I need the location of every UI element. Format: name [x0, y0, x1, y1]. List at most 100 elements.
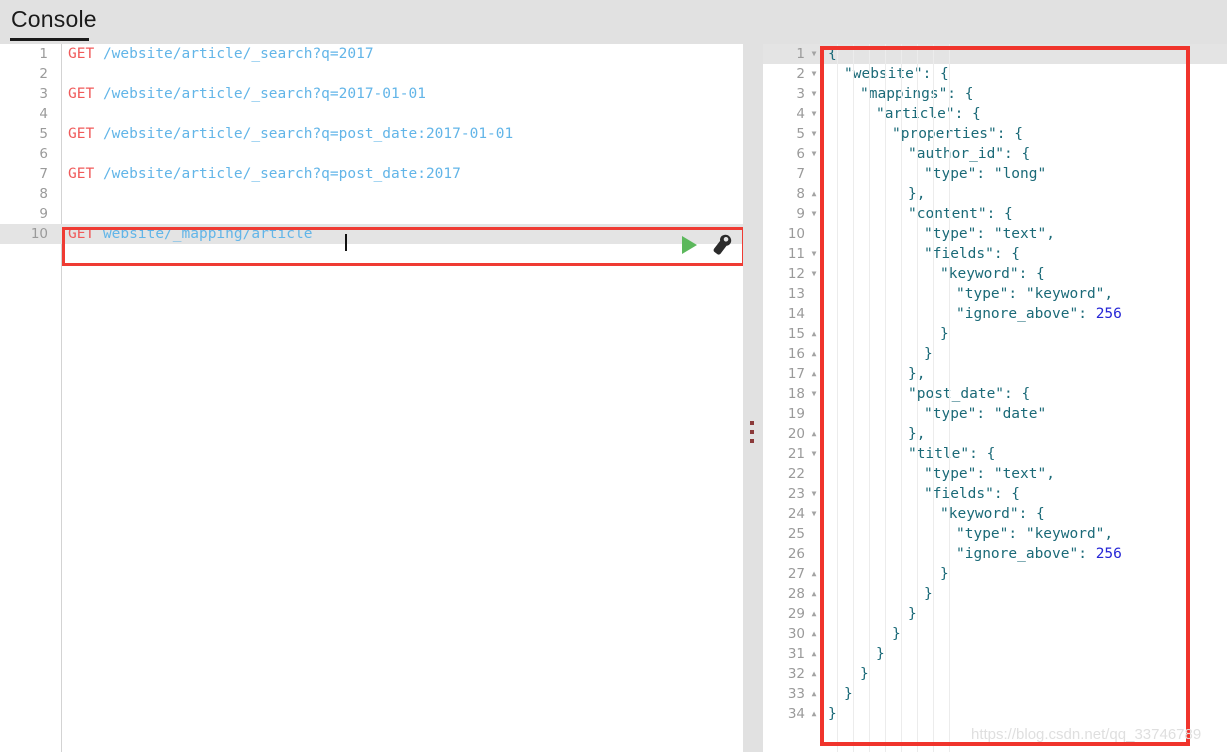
response-line[interactable]: 17 ▲}, [763, 364, 1227, 384]
fold-down-icon[interactable]: ▼ [809, 124, 819, 144]
response-viewer-pane[interactable]: 1 ▼{2 ▼ "website": {3 ▼ "mappings": {4 ▼ "artic… [763, 44, 1227, 752]
request-line[interactable]: 8 [0, 184, 743, 204]
play-icon[interactable] [682, 236, 697, 254]
http-method: GET [68, 46, 95, 62]
request-line-text: GET /website/article/_search?q=post_date… [68, 164, 461, 184]
response-line[interactable]: 12 ▼ "keyword": { [763, 264, 1227, 284]
response-line[interactable]: 10 "type": "text", [763, 224, 1227, 244]
response-line[interactable]: 23 ▼ "fields": { [763, 484, 1227, 504]
request-line[interactable]: 10 GET website/_mapping/article [0, 224, 743, 244]
line-number: 16 [787, 346, 805, 362]
fold-down-icon[interactable]: ▼ [809, 504, 819, 524]
fold-down-icon[interactable]: ▼ [809, 84, 819, 104]
request-line[interactable]: 9 [0, 204, 743, 224]
fold-down-icon[interactable]: ▼ [809, 264, 819, 284]
fold-down-icon[interactable]: ▼ [809, 384, 819, 404]
response-line-text: } [940, 326, 949, 342]
fold-up-icon[interactable]: ▲ [809, 564, 819, 584]
response-line-text: } [892, 626, 901, 642]
fold-up-icon[interactable]: ▲ [809, 324, 819, 344]
line-number: 6 [39, 146, 48, 162]
fold-up-icon[interactable]: ▲ [809, 584, 819, 604]
response-line[interactable]: 15 ▲} [763, 324, 1227, 344]
fold-up-icon[interactable]: ▲ [809, 624, 819, 644]
response-line[interactable]: 34 ▲} [763, 704, 1227, 724]
fold-up-icon[interactable]: ▲ [809, 424, 819, 444]
request-line[interactable]: 1 GET /website/article/_search?q=2017 [0, 44, 743, 64]
response-viewer-lines[interactable]: 1 ▼{2 ▼ "website": {3 ▼ "mappings": {4 ▼ "artic… [763, 44, 1227, 752]
response-line[interactable]: 33 ▲} [763, 684, 1227, 704]
line-number: 18 [787, 386, 805, 402]
response-line[interactable]: 27 ▲} [763, 564, 1227, 584]
request-line[interactable]: 2 [0, 64, 743, 84]
fold-up-icon[interactable]: ▲ [809, 684, 819, 704]
request-line[interactable]: 6 [0, 144, 743, 164]
request-line[interactable]: 7 GET /website/article/_search?q=post_dat… [0, 164, 743, 184]
response-line[interactable]: 4 ▼ "article": { [763, 104, 1227, 124]
response-line[interactable]: 16 ▲} [763, 344, 1227, 364]
fold-up-icon[interactable]: ▲ [809, 664, 819, 684]
request-editor-pane[interactable]: 1 GET /website/article/_search?q=2017 2 3 GE… [0, 44, 745, 752]
response-line[interactable]: 14 "ignore_above": 256 [763, 304, 1227, 324]
line-number: 27 [787, 566, 805, 582]
line-number: 2 [796, 66, 805, 82]
fold-up-icon[interactable]: ▲ [809, 644, 819, 664]
response-line[interactable]: 22 "type": "text", [763, 464, 1227, 484]
response-line[interactable]: 7 "type": "long" [763, 164, 1227, 184]
fold-up-icon[interactable]: ▲ [809, 704, 819, 724]
fold-down-icon[interactable]: ▼ [809, 144, 819, 164]
wrench-icon[interactable] [710, 233, 734, 257]
response-line[interactable]: 19 "type": "date" [763, 404, 1227, 424]
app-header: Console [0, 0, 1227, 44]
response-line[interactable]: 21 ▼ "title": { [763, 444, 1227, 464]
response-line[interactable]: 3 ▼ "mappings": { [763, 84, 1227, 104]
request-line-text: GET website/_mapping/article [68, 224, 312, 244]
line-number: 15 [787, 326, 805, 342]
response-line[interactable]: 13 "type": "keyword", [763, 284, 1227, 304]
response-line[interactable]: 1 ▼ { [763, 44, 1227, 64]
response-line[interactable]: 18 ▼ "post_date": { [763, 384, 1227, 404]
fold-down-icon[interactable]: ▼ [809, 244, 819, 264]
fold-down-icon[interactable]: ▼ [809, 104, 819, 124]
response-line-text: "type": "keyword", [956, 526, 1114, 542]
response-line[interactable]: 32 ▲} [763, 664, 1227, 684]
response-line-text: "type": "text", [924, 466, 1055, 482]
fold-down-icon[interactable]: ▼ [809, 444, 819, 464]
response-line-text: } [908, 606, 917, 622]
response-line[interactable]: 6 ▼ "author_id": { [763, 144, 1227, 164]
response-line[interactable]: 25 "type": "keyword", [763, 524, 1227, 544]
line-number: 14 [787, 306, 805, 322]
fold-down-icon[interactable]: ▼ [809, 64, 819, 84]
response-line[interactable]: 20 ▲}, [763, 424, 1227, 444]
fold-up-icon[interactable]: ▲ [809, 184, 819, 204]
response-line[interactable]: 30 ▲} [763, 624, 1227, 644]
request-line[interactable]: 5 GET /website/article/_search?q=post_dat… [0, 124, 743, 144]
pane-splitter[interactable] [743, 44, 763, 752]
line-number: 1 [796, 46, 805, 62]
response-line[interactable]: 9 ▼ "content": { [763, 204, 1227, 224]
request-line[interactable]: 4 [0, 104, 743, 124]
response-line[interactable]: 29 ▲} [763, 604, 1227, 624]
response-line[interactable]: 24 ▼ "keyword": { [763, 504, 1227, 524]
fold-down-icon[interactable]: ▼ [809, 44, 819, 64]
response-line-text: "ignore_above": 256 [956, 546, 1122, 562]
line-number: 2 [39, 66, 48, 82]
fold-up-icon[interactable]: ▲ [809, 604, 819, 624]
line-number: 3 [39, 86, 48, 102]
response-line[interactable]: 28 ▲} [763, 584, 1227, 604]
response-line[interactable]: 2 ▼ "website": { [763, 64, 1227, 84]
response-line[interactable]: 5 ▼ "properties": { [763, 124, 1227, 144]
line-number: 9 [796, 206, 805, 222]
fold-down-icon[interactable]: ▼ [809, 484, 819, 504]
request-line[interactable]: 3 GET /website/article/_search?q=2017-01-… [0, 84, 743, 104]
response-line[interactable]: 11 ▼ "fields": { [763, 244, 1227, 264]
request-editor-lines[interactable]: 1 GET /website/article/_search?q=2017 2 3 GE… [0, 44, 743, 752]
response-line[interactable]: 31 ▲} [763, 644, 1227, 664]
fold-down-icon[interactable]: ▼ [809, 204, 819, 224]
line-number: 30 [787, 626, 805, 642]
line-number: 17 [787, 366, 805, 382]
fold-up-icon[interactable]: ▲ [809, 344, 819, 364]
response-line[interactable]: 8 ▲}, [763, 184, 1227, 204]
response-line[interactable]: 26 "ignore_above": 256 [763, 544, 1227, 564]
fold-up-icon[interactable]: ▲ [809, 364, 819, 384]
